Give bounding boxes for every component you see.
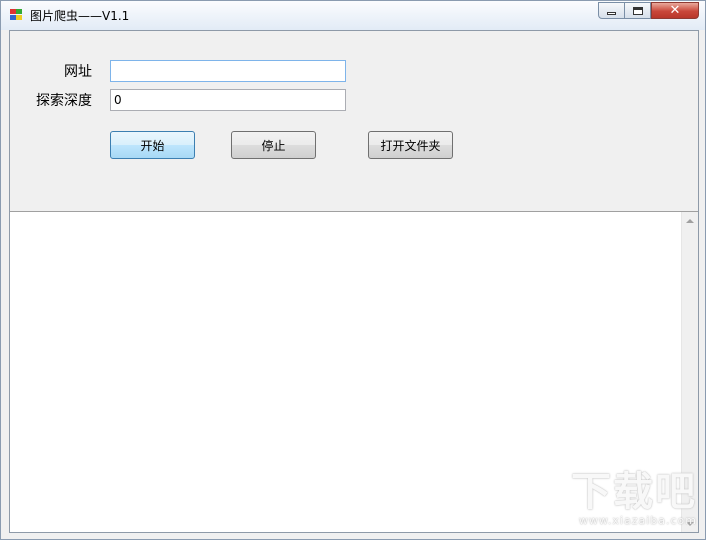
scroll-up-arrow-icon[interactable]: [686, 219, 694, 223]
close-button[interactable]: ✕: [651, 2, 699, 19]
minimize-button[interactable]: [598, 2, 625, 19]
title-bar[interactable]: 图片爬虫——V1.1 ✕: [1, 1, 705, 30]
app-icon: [10, 9, 23, 21]
maximize-button[interactable]: [624, 2, 651, 19]
watermark: 下载吧 www.xiazaiba.com: [571, 470, 697, 527]
watermark-logo: 下载吧: [571, 469, 697, 515]
open-folder-button[interactable]: 打开文件夹: [368, 131, 453, 159]
url-label: 网址: [64, 64, 92, 80]
watermark-url: www.xiazaiba.com: [578, 514, 697, 527]
start-button[interactable]: 开始: [110, 131, 195, 159]
window-title: 图片爬虫——V1.1: [30, 9, 130, 23]
minimize-icon: [607, 12, 616, 15]
client-area: 网址 探索深度 开始 停止 打开文件夹: [9, 30, 699, 533]
close-icon: ✕: [669, 3, 681, 18]
stop-button[interactable]: 停止: [231, 131, 316, 159]
url-input[interactable]: [110, 60, 346, 82]
maximize-icon: [632, 6, 643, 15]
app-window: 图片爬虫——V1.1 ✕ 网址 探索深度 开始 停止 打开文件夹 下载吧 www…: [0, 0, 706, 540]
depth-input[interactable]: [110, 89, 346, 111]
depth-label: 探索深度: [36, 93, 92, 109]
